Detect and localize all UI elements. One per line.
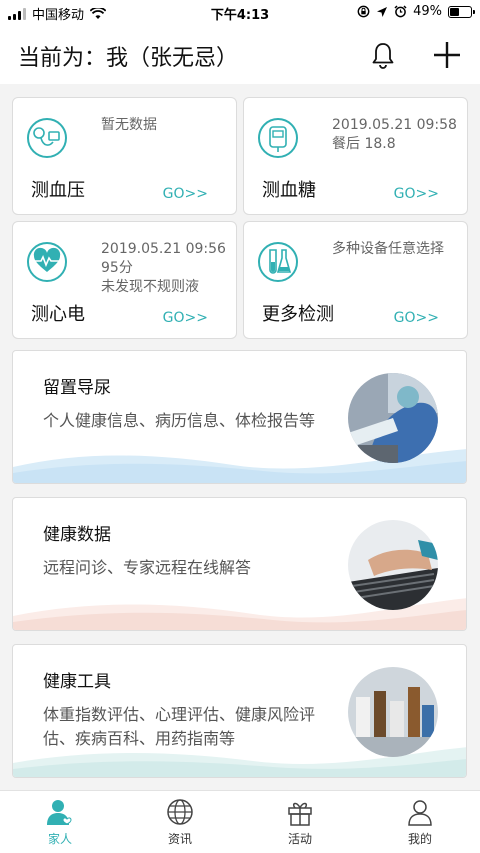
go-link[interactable]: GO>> [394, 310, 439, 326]
tile-blood-sugar[interactable]: 2019.05.21 09:58 餐后 18.8 测血糖 GO>> [243, 97, 468, 215]
info-line: 餐后 18.8 [332, 136, 396, 152]
card-description: 远程问诊、专家远程在线解答 [43, 558, 252, 577]
tab-bar: 家人 资讯 活动 我的 [0, 790, 480, 853]
tile-label: 测心电 [31, 304, 85, 325]
tab-family[interactable]: 家人 [0, 797, 120, 847]
info-line: 未发现不规则液 [101, 279, 199, 295]
status-bar: 中国移动 下午4:13 49% [0, 0, 480, 26]
family-icon [47, 800, 72, 825]
tile-ecg[interactable]: 2019.05.21 09:56 95分 未发现不规则液 测心电 GO>> [12, 221, 237, 339]
go-link[interactable]: GO>> [163, 310, 208, 326]
go-link[interactable]: GO>> [394, 186, 439, 202]
tile-label: 测血压 [31, 180, 85, 201]
card-description: 个人健康信息、病历信息、体检报告等 [43, 411, 316, 430]
header: 当前为：我（张无忌） [0, 26, 480, 84]
tab-label: 活动 [287, 832, 312, 846]
tab-mine[interactable]: 我的 [360, 797, 480, 847]
card-description: 体重指数评估、心理评估、健康风险评估、疾病百科、用药指南等 [43, 705, 316, 748]
glucose-meter-icon [258, 118, 298, 158]
add-icon[interactable] [432, 40, 462, 70]
info-line: 2019.05.21 09:56 [101, 241, 226, 257]
tile-label: 测血糖 [262, 180, 316, 201]
tab-label: 资讯 [167, 832, 192, 846]
go-link[interactable]: GO>> [163, 186, 208, 202]
tile-info: 2019.05.21 09:58 餐后 18.8 [332, 116, 457, 154]
blood-pressure-icon [27, 118, 67, 158]
card-title: 留置导尿 [43, 378, 111, 398]
feature-card-health-data[interactable]: 健康数据 远程问诊、专家远程在线解答 [12, 497, 467, 631]
card-title: 健康数据 [43, 525, 111, 545]
person-icon [408, 800, 432, 826]
tile-info: 2019.05.21 09:56 95分 未发现不规则液 [101, 240, 226, 297]
tile-more-tests[interactable]: 多种设备任意选择 更多检测 GO>> [243, 221, 468, 339]
tile-blood-pressure[interactable]: 暂无数据 测血压 GO>> [12, 97, 237, 215]
lock-rotation-icon [357, 5, 370, 18]
tab-label: 家人 [47, 832, 72, 846]
keyboard-photo [348, 520, 438, 610]
info-line: 95分 [101, 260, 133, 276]
info-line: 多种设备任意选择 [332, 241, 444, 257]
lab-flask-icon [258, 242, 298, 282]
alarm-icon [394, 5, 407, 18]
feature-card-health-tools[interactable]: 健康工具 体重指数评估、心理评估、健康风险评估、疾病百科、用药指南等 [12, 644, 467, 778]
battery-icon [448, 5, 475, 18]
tile-info: 多种设备任意选择 [332, 240, 444, 259]
globe-icon [167, 799, 193, 825]
surgery-photo [348, 373, 438, 463]
status-right: 49% [357, 4, 475, 19]
battery-level [450, 7, 460, 16]
tab-news[interactable]: 资讯 [120, 797, 240, 847]
feature-card-catheter[interactable]: 留置导尿 个人健康信息、病历信息、体检报告等 [12, 350, 467, 484]
tab-activity[interactable]: 活动 [240, 797, 360, 847]
tab-label: 我的 [407, 832, 432, 846]
location-icon [377, 6, 388, 17]
lab-bottles-photo [348, 667, 438, 757]
info-line: 2019.05.21 09:58 [332, 117, 457, 133]
heart-ecg-icon [27, 242, 67, 282]
tile-label: 更多检测 [262, 304, 334, 325]
info-line: 暂无数据 [101, 117, 157, 133]
gift-icon [288, 802, 312, 826]
bell-icon[interactable] [368, 40, 398, 70]
battery-percent: 49% [413, 4, 442, 19]
tile-info: 暂无数据 [101, 116, 157, 135]
card-title: 健康工具 [43, 672, 111, 692]
page-title: 当前为：我（张无忌） [18, 46, 239, 71]
